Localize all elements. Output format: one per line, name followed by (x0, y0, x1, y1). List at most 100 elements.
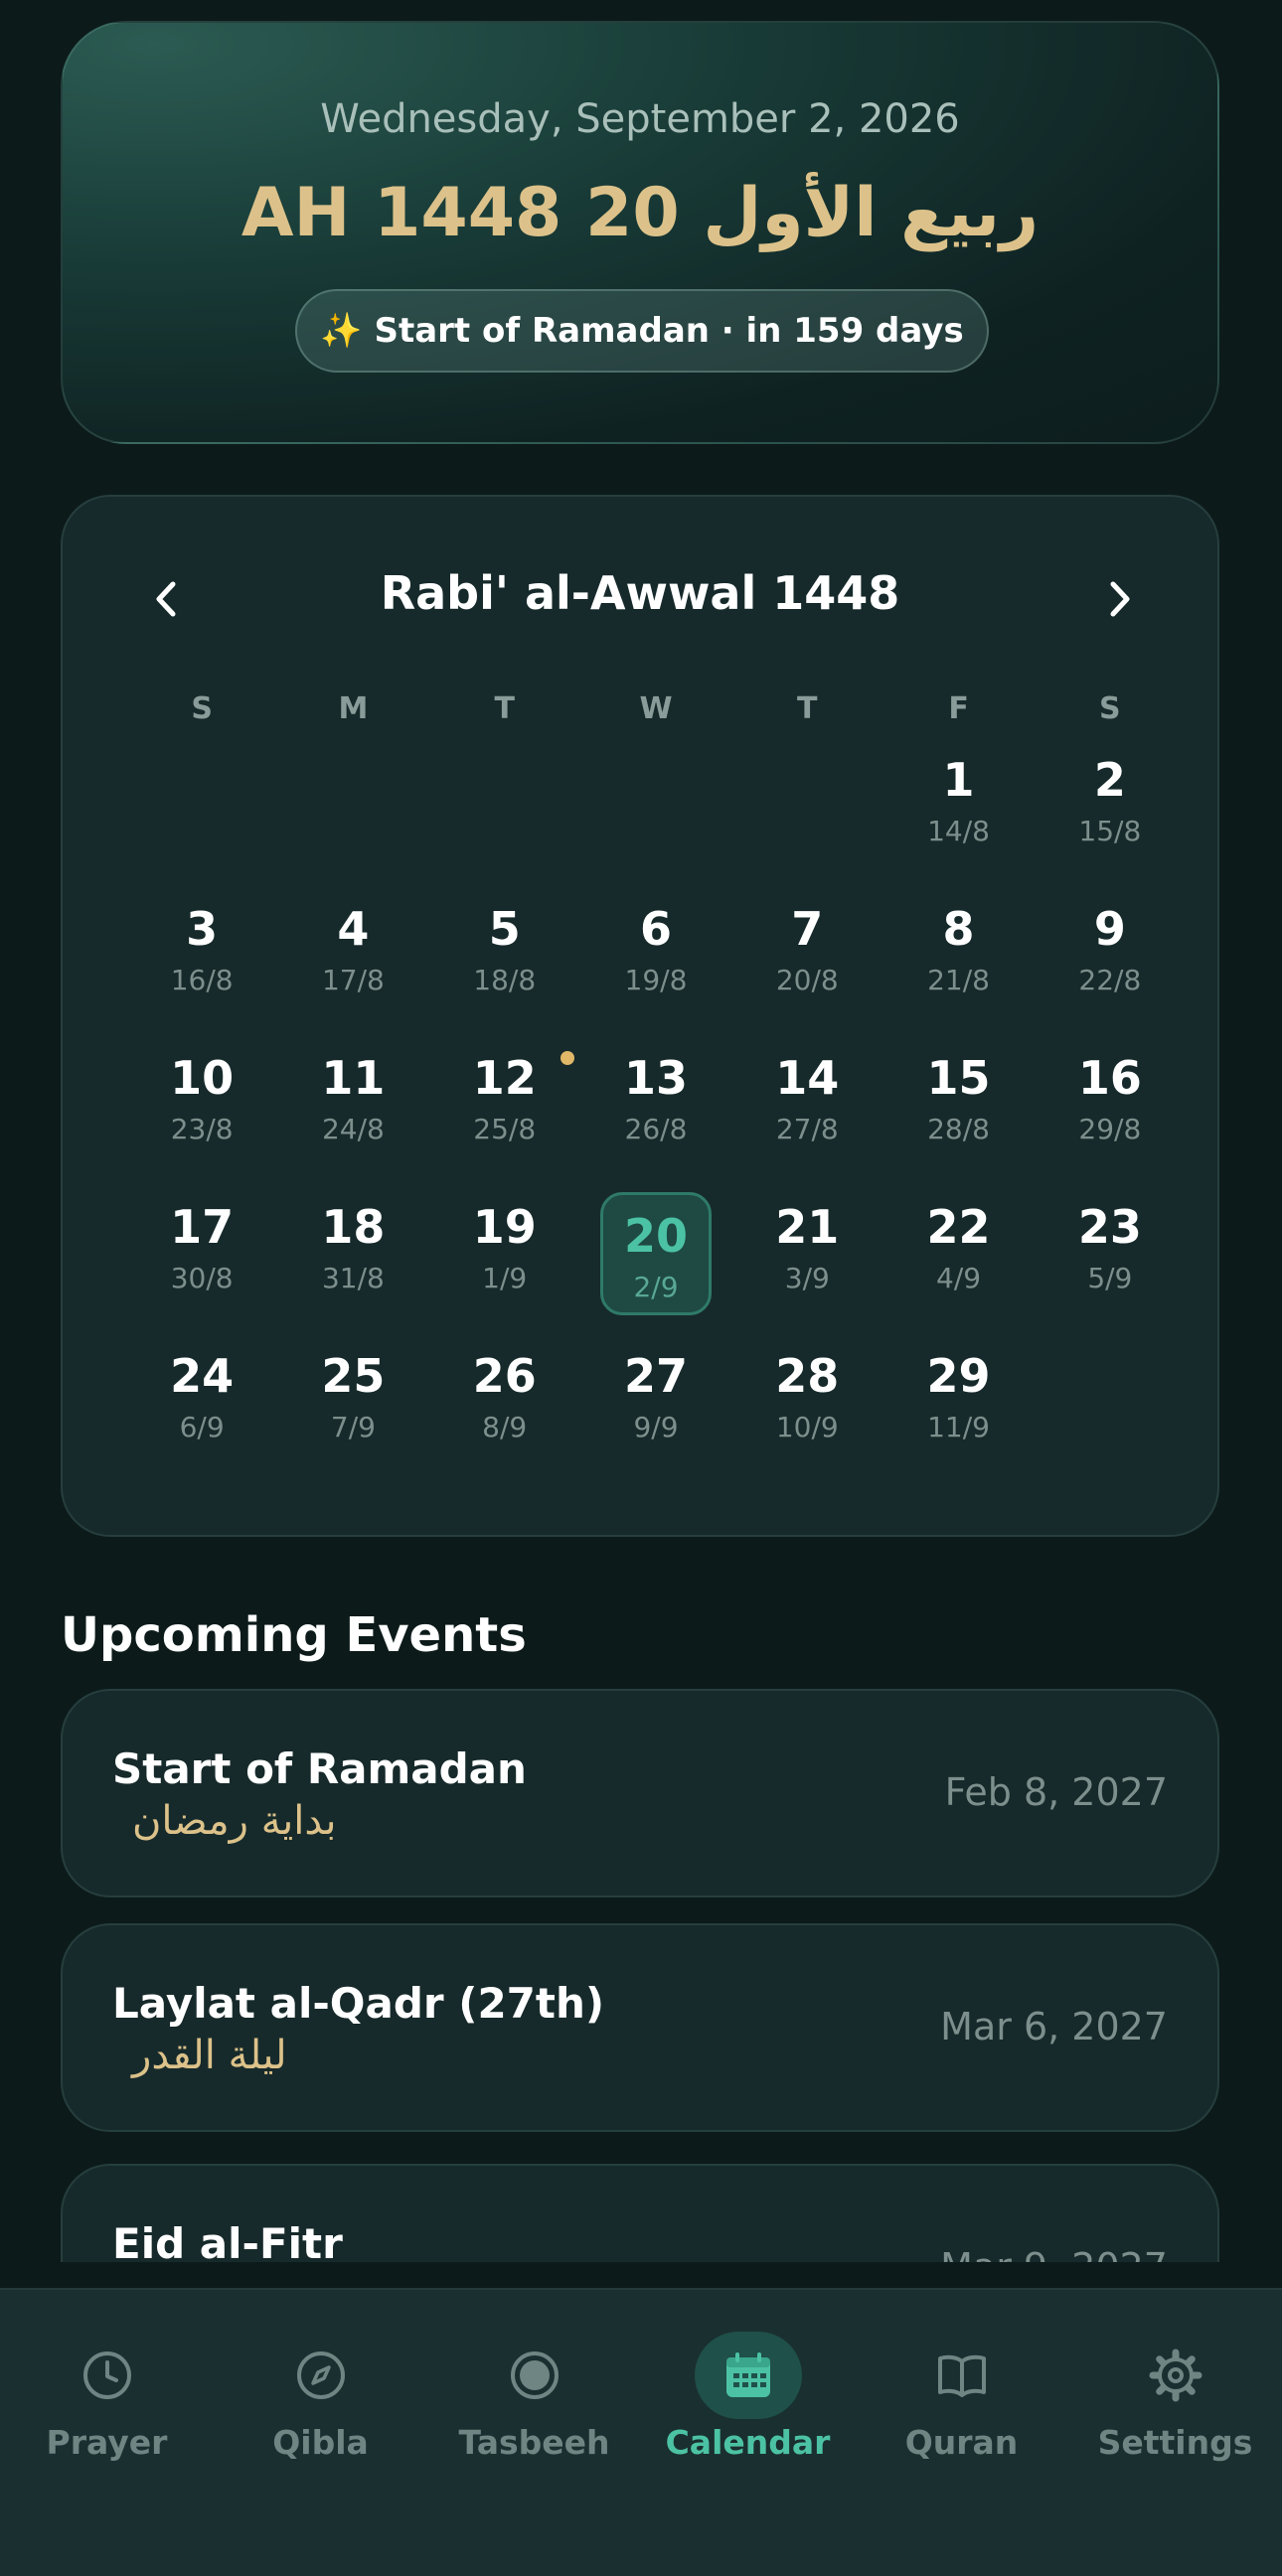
calendar-day[interactable]: 22 4/9 (882, 1192, 1034, 1341)
calendar-day[interactable]: 5 18/8 (429, 894, 580, 1043)
day-box: 10 23/8 (146, 1043, 257, 1166)
weekday-label: M (338, 691, 369, 726)
tab-label: Prayer (46, 2423, 168, 2462)
empty-cell (277, 745, 428, 894)
clock-icon (54, 2332, 161, 2419)
event-card[interactable]: Start of Ramadan بداية رمضان Feb 8, 2027 (61, 1689, 1219, 1897)
day-box: 3 16/8 (146, 894, 257, 1017)
event-card[interactable]: Eid al-Fitr Mar 9, 2027 (61, 2164, 1219, 2262)
gregorian-date: Wednesday, September 2, 2026 (320, 96, 960, 142)
event-date: Mar 6, 2027 (940, 2005, 1168, 2048)
hijri-day-number: 27 (623, 1349, 688, 1403)
calendar-day[interactable]: 28 10/9 (731, 1341, 882, 1490)
tab-qibla[interactable]: Qibla (214, 2290, 427, 2489)
calendar-day[interactable]: 21 3/9 (731, 1192, 882, 1341)
day-box: 9 22/8 (1054, 894, 1166, 1017)
tab-settings[interactable]: Settings (1068, 2290, 1282, 2489)
calendar-day[interactable]: 8 21/8 (882, 894, 1034, 1043)
hijri-day-number: 12 (472, 1051, 537, 1105)
hijri-day-number: 8 (942, 902, 975, 956)
gregorian-day: 23/8 (170, 1113, 234, 1145)
calendar-day[interactable]: 15 28/8 (882, 1043, 1034, 1192)
calendar-day[interactable]: 23 5/9 (1035, 1192, 1186, 1341)
hijri-day-number: 15 (926, 1051, 991, 1105)
calendar-day-selected[interactable]: 20 2/9 (580, 1192, 731, 1341)
day-box: 28 10/9 (751, 1341, 863, 1464)
day-box: 2 15/8 (1054, 745, 1166, 868)
weekday-label: S (1099, 691, 1121, 726)
gregorian-day: 25/8 (473, 1113, 537, 1145)
hijri-day-number: 14 (775, 1051, 840, 1105)
day-box: 22 4/9 (903, 1192, 1015, 1315)
gregorian-day: 6/9 (179, 1411, 225, 1443)
calendar-day[interactable]: 1 14/8 (882, 745, 1034, 894)
calendar-day[interactable]: 9 22/8 (1035, 894, 1186, 1043)
day-box: 25 7/9 (297, 1341, 408, 1464)
hijri-day-number: 1 (942, 753, 975, 807)
tab-calendar[interactable]: Calendar (641, 2290, 855, 2489)
calendar-day[interactable]: 16 29/8 (1035, 1043, 1186, 1192)
hijri-day-number: 6 (639, 902, 672, 956)
day-box: 27 9/9 (600, 1341, 712, 1464)
hijri-day-number: 13 (623, 1051, 688, 1105)
gregorian-day: 24/8 (321, 1113, 385, 1145)
calendar-day[interactable]: 18 31/8 (277, 1192, 428, 1341)
hijri-day-number: 28 (775, 1349, 840, 1403)
tab-quran[interactable]: Quran (855, 2290, 1068, 2489)
calendar-day[interactable]: 10 23/8 (126, 1043, 277, 1192)
calendar-day[interactable]: 24 6/9 (126, 1341, 277, 1490)
hijri-day-number: 7 (791, 902, 824, 956)
empty-cell (126, 745, 277, 894)
gregorian-day: 8/9 (482, 1411, 528, 1443)
gregorian-day: 1/9 (482, 1262, 528, 1294)
calendar-day[interactable]: 19 1/9 (429, 1192, 580, 1341)
gregorian-day: 16/8 (170, 964, 234, 996)
calendar-day[interactable]: 17 30/8 (126, 1192, 277, 1341)
day-box: 15 28/8 (903, 1043, 1015, 1166)
calendar-day[interactable]: 25 7/9 (277, 1341, 428, 1490)
hijri-day-number: 3 (186, 902, 219, 956)
calendar-day[interactable]: 26 8/9 (429, 1341, 580, 1490)
gregorian-day: 29/8 (1078, 1113, 1142, 1145)
day-box: 26 8/9 (449, 1341, 561, 1464)
next-event-countdown[interactable]: ✨ Start of Ramadan · in 159 days (295, 289, 989, 373)
day-box: 8 21/8 (903, 894, 1015, 1017)
next-month-button[interactable] (1094, 574, 1144, 624)
gear-icon (1122, 2332, 1229, 2419)
calendar-day[interactable]: 12 25/8 (429, 1043, 580, 1192)
hijri-day-number: 10 (170, 1051, 235, 1105)
calendar-day[interactable]: 4 17/8 (277, 894, 428, 1043)
chevron-right-icon (1110, 581, 1130, 617)
calendar-day[interactable]: 13 26/8 (580, 1043, 731, 1192)
tab-tasbeeh[interactable]: Tasbeeh (427, 2290, 641, 2489)
calendar-day[interactable]: 11 24/8 (277, 1043, 428, 1192)
tab-prayer[interactable]: Prayer (0, 2290, 214, 2489)
gregorian-day: 7/9 (330, 1411, 376, 1443)
calendar-day[interactable]: 7 20/8 (731, 894, 882, 1043)
hijri-day-number: 9 (1093, 902, 1126, 956)
hijri-day-number: 5 (488, 902, 521, 956)
hijri-day-number: 25 (321, 1349, 386, 1403)
gregorian-day: 30/8 (170, 1262, 234, 1294)
calendar-day[interactable]: 6 19/8 (580, 894, 731, 1043)
hijri-day-number: 16 (1077, 1051, 1142, 1105)
hijri-day-number: 24 (170, 1349, 235, 1403)
calendar-day[interactable]: 29 11/9 (882, 1341, 1034, 1490)
hijri-day-number: 4 (337, 902, 370, 956)
day-box: 14 27/8 (751, 1043, 863, 1166)
gregorian-day: 14/8 (927, 815, 990, 847)
gregorian-day: 2/9 (633, 1271, 679, 1303)
calendar-day[interactable]: 14 27/8 (731, 1043, 882, 1192)
hijri-day-number: 18 (321, 1200, 386, 1254)
calendar-day[interactable]: 3 16/8 (126, 894, 277, 1043)
day-box: 29 11/9 (903, 1341, 1015, 1464)
event-card[interactable]: Laylat al-Qadr (27th) ليلة القدر Mar 6, … (61, 1923, 1219, 2132)
calendar-day[interactable]: 2 15/8 (1035, 745, 1186, 894)
calendar-day[interactable]: 27 9/9 (580, 1341, 731, 1490)
day-box: 4 17/8 (297, 894, 408, 1017)
hijri-day-number: 17 (170, 1200, 235, 1254)
hijri-date-card: Wednesday, September 2, 2026 AH 1448 ربي… (61, 21, 1219, 444)
compass-icon (267, 2332, 375, 2419)
day-box: 11 24/8 (297, 1043, 408, 1166)
gregorian-day: 15/8 (1078, 815, 1142, 847)
